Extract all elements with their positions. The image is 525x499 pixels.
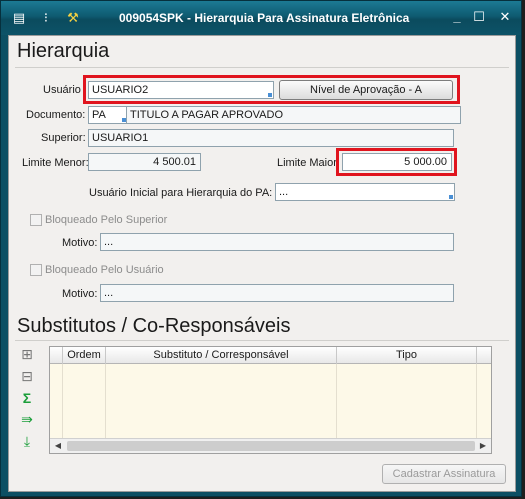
- col-ordem[interactable]: Ordem: [62, 347, 105, 364]
- motivo-usuario-field: ...: [100, 284, 454, 302]
- motivo-superior-field: ...: [100, 233, 454, 251]
- highlight-box-usuario: [83, 75, 460, 104]
- window-menu-icon[interactable]: ▤: [11, 10, 27, 26]
- scroll-right-icon[interactable]: ▶: [476, 439, 490, 453]
- superior-label: Superior:: [41, 132, 86, 144]
- limite-maior-label: Limite Maior: [277, 157, 337, 169]
- grid-col-line: [476, 364, 477, 438]
- grid-col-line: [105, 364, 106, 438]
- remove-row-icon[interactable]: ⊟: [17, 367, 37, 385]
- section-title-hierarquia: Hierarquia: [17, 40, 110, 62]
- col-tipo[interactable]: Tipo: [336, 347, 476, 364]
- documento-label: Documento:: [26, 109, 86, 121]
- limite-menor-label: Limite Menor:: [22, 157, 89, 169]
- title-bar: ▤ ⁝ ⚒ 009054SPK - Hierarquia Para Assina…: [1, 1, 521, 35]
- sum-icon[interactable]: Σ: [17, 389, 37, 407]
- limite-menor-field: 4 500.01: [88, 153, 201, 171]
- close-button[interactable]: ✕: [497, 10, 513, 24]
- grid-col-line: [62, 364, 63, 438]
- superior-field: USUARIO1: [88, 129, 454, 147]
- divider: [15, 340, 509, 341]
- move-to-end-icon[interactable]: ⤓: [17, 432, 37, 450]
- usuario-inicial-value: ...: [279, 186, 289, 198]
- scroll-left-icon[interactable]: ◀: [51, 439, 65, 453]
- bloqueado-usuario-label: Bloqueado Pelo Usuário: [45, 264, 164, 276]
- app-window: ▤ ⁝ ⚒ 009054SPK - Hierarquia Para Assina…: [0, 0, 522, 497]
- form-area: Hierarquia Usuário USUARIO2 Nível de Apr…: [8, 35, 516, 492]
- usuario-inicial-field[interactable]: ...: [275, 183, 455, 201]
- wrench-icon[interactable]: ⚒: [65, 10, 81, 26]
- lookup-corner-icon: [449, 195, 453, 199]
- motivo-usuario-label: Motivo:: [62, 288, 98, 300]
- section-title-substitutos: Substitutos / Co-Responsáveis: [17, 315, 291, 337]
- documento-code-field[interactable]: PA: [88, 106, 128, 124]
- export-icon[interactable]: ⇛: [17, 410, 37, 428]
- usuario-label: Usuário: [43, 84, 81, 96]
- add-row-icon[interactable]: ⊞: [17, 345, 37, 363]
- grid-horizontal-scrollbar[interactable]: ◀ ▶: [50, 438, 491, 453]
- grid-col-line: [336, 364, 337, 438]
- traffic-light-icon[interactable]: ⁝: [38, 10, 54, 26]
- bloqueado-usuario-checkbox[interactable]: [30, 264, 42, 276]
- cadastrar-assinatura-button[interactable]: Cadastrar Assinatura: [382, 464, 506, 484]
- extra-header: [476, 347, 491, 364]
- substitutos-grid[interactable]: Ordem Substituto / Corresponsável Tipo ◀…: [49, 346, 492, 454]
- superior-value: USUARIO1: [92, 132, 149, 144]
- documento-code-value: PA: [92, 109, 106, 121]
- bloqueado-superior-label: Bloqueado Pelo Superior: [45, 214, 168, 226]
- grid-header: Ordem Substituto / Corresponsável Tipo: [50, 347, 491, 364]
- window-title: 009054SPK - Hierarquia Para Assinatura E…: [119, 11, 410, 25]
- scroll-thumb[interactable]: [67, 441, 475, 451]
- col-substituto[interactable]: Substituto / Corresponsável: [105, 347, 336, 364]
- maximize-button[interactable]: ☐: [471, 10, 487, 24]
- row-selector-header: [50, 347, 62, 364]
- minimize-button[interactable]: _: [449, 10, 465, 24]
- usuario-inicial-label: Usuário Inicial para Hierarquia do PA:: [89, 187, 273, 199]
- documento-desc-value: TITULO A PAGAR APROVADO: [130, 109, 284, 121]
- documento-desc-field: TITULO A PAGAR APROVADO: [126, 106, 461, 124]
- highlight-box-limite-maior: [336, 148, 457, 176]
- divider: [15, 67, 509, 68]
- bloqueado-superior-checkbox[interactable]: [30, 214, 42, 226]
- motivo-superior-label: Motivo:: [62, 237, 98, 249]
